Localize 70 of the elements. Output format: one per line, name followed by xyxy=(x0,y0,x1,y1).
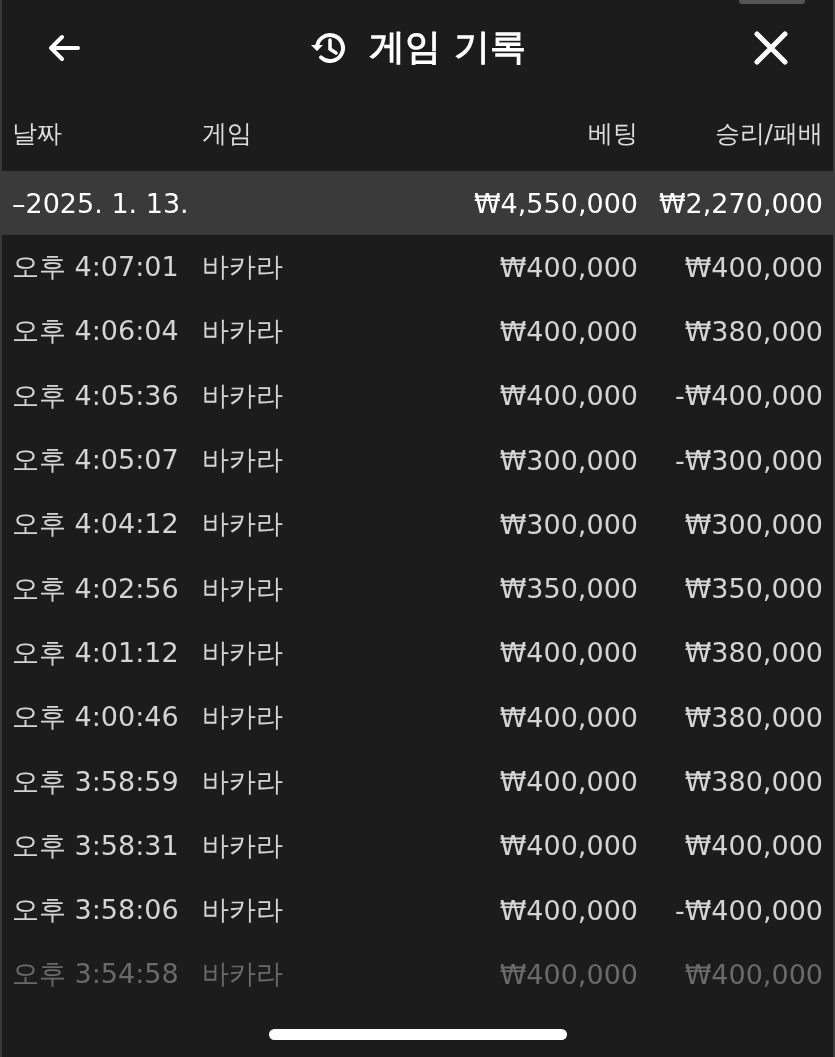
table-cell-text: 바카라 xyxy=(202,828,284,863)
history-row[interactable]: 오후 4:04:12 바카라 ₩300,000 ₩300,000 xyxy=(2,492,833,557)
table-cell-text: 바카라 xyxy=(202,635,284,670)
table-cell-text: 바카라 xyxy=(202,700,284,735)
table-cell-text: ₩380,000 xyxy=(683,315,823,347)
history-row[interactable]: 오후 3:58:31 바카라 ₩400,000 ₩400,000 xyxy=(2,813,833,878)
drag-handle[interactable] xyxy=(739,0,805,4)
table-cell-text: ₩400,000 xyxy=(498,251,638,283)
table-cell-text: ₩350,000 xyxy=(498,573,638,605)
table-cell-text: ₩300,000 xyxy=(498,508,638,540)
column-header: 게임 xyxy=(202,117,253,150)
history-row[interactable]: 오후 4:05:07 바카라 ₩300,000 -₩300,000 xyxy=(2,427,833,493)
table-cell-text: 오후 4:01:12 xyxy=(12,635,180,670)
table-cell-text: ₩400,000 xyxy=(498,766,638,797)
table-cell-text: ₩400,000 xyxy=(683,830,823,862)
table-cell-text: 바카라 xyxy=(202,764,284,799)
table-cell-text: ₩300,000 xyxy=(498,444,638,476)
table-cell-text: 오후 3:58:31 xyxy=(12,828,180,863)
table-cell-text: 오후 4:06:04 xyxy=(12,314,180,349)
table-cell-text: 오후 3:58:06 xyxy=(12,893,180,928)
table-cell-text: ₩350,000 xyxy=(683,573,823,605)
date-group-row[interactable]: –2025. 1. 13. ₩4,550,000 ₩2,270,000 xyxy=(2,171,833,235)
column-header: 승리/패배 xyxy=(713,117,823,150)
table-cell-text: 오후 3:54:58 xyxy=(12,957,180,992)
table-cell-text: 바카라 xyxy=(202,507,284,542)
total-result: ₩2,270,000 xyxy=(657,187,823,219)
table-cell-text: 오후 4:05:07 xyxy=(12,443,180,478)
window-title: 게임 기록 xyxy=(369,25,526,69)
table-cell-text: ₩400,000 xyxy=(498,380,638,412)
column-header: 날짜 xyxy=(12,117,63,150)
table-cell-text: 오후 4:07:01 xyxy=(12,250,180,285)
history-row[interactable]: 오후 4:06:04 바카라 ₩400,000 ₩380,000 xyxy=(2,299,833,364)
history-row[interactable]: 오후 4:07:01 바카라 ₩400,000 ₩400,000 xyxy=(2,235,833,300)
table-cell-text: 바카라 xyxy=(202,314,284,349)
table-cell-text: ₩400,000 xyxy=(683,958,823,990)
table-cell-text: ₩300,000 xyxy=(683,508,823,540)
table-cell-text: ₩400,000 xyxy=(498,315,638,347)
table-cell-text: ₩400,000 xyxy=(683,251,823,283)
group-date-text: 2025. 1. 13. xyxy=(25,187,189,219)
history-row[interactable]: 오후 4:05:36 바카라 ₩400,000 -₩400,000 xyxy=(2,363,833,428)
history-row[interactable]: 오후 4:02:56 바카라 ₩350,000 ₩350,000 xyxy=(2,556,833,621)
table-cell-text: ₩380,000 xyxy=(683,701,823,733)
history-row[interactable]: 오후 4:00:46 바카라 ₩400,000 ₩380,000 xyxy=(2,685,833,750)
history-row[interactable]: 오후 4:01:12 바카라 ₩400,000 ₩380,000 xyxy=(2,620,833,686)
table-cell-text: 오후 4:00:46 xyxy=(12,700,180,735)
collapse-toggle[interactable]: – xyxy=(12,187,26,219)
table-cell-text: ₩400,000 xyxy=(498,830,638,862)
table-cell-text: 오후 4:02:56 xyxy=(12,571,180,606)
table-cell-text: -₩300,000 xyxy=(673,444,823,476)
table-cell-text: ₩380,000 xyxy=(683,637,823,669)
table-cell-text: 바카라 xyxy=(202,250,284,285)
table-cell-text: 바카라 xyxy=(202,957,284,992)
table-cell-text: ₩400,000 xyxy=(498,894,638,926)
table-cell-text: ₩400,000 xyxy=(498,637,638,669)
table-cell-text: 오후 4:05:36 xyxy=(12,378,180,413)
column-header: 베팅 xyxy=(587,117,638,150)
table-cell-text: ₩400,000 xyxy=(498,958,638,990)
table-cell-text: 바카라 xyxy=(202,893,284,928)
history-row[interactable]: 오후 3:58:59 바카라 ₩400,000 ₩380,000 xyxy=(2,749,833,814)
table-cell-text: 바카라 xyxy=(202,443,284,478)
table-cell-text: 오후 3:58:59 xyxy=(12,764,180,799)
table-cell-text: ₩400,000 xyxy=(498,701,638,733)
table-cell-text: -₩400,000 xyxy=(673,894,823,926)
table-cell-text: 바카라 xyxy=(202,378,284,413)
table-cell-text: 바카라 xyxy=(202,571,284,606)
table-cell-text: -₩400,000 xyxy=(673,380,823,412)
total-bet: ₩4,550,000 xyxy=(472,187,638,219)
table-cell-text: 오후 4:04:12 xyxy=(12,507,180,542)
table-cell-text: ₩380,000 xyxy=(683,766,823,797)
history-row[interactable]: 오후 3:58:06 바카라 ₩400,000 -₩400,000 xyxy=(2,877,833,943)
